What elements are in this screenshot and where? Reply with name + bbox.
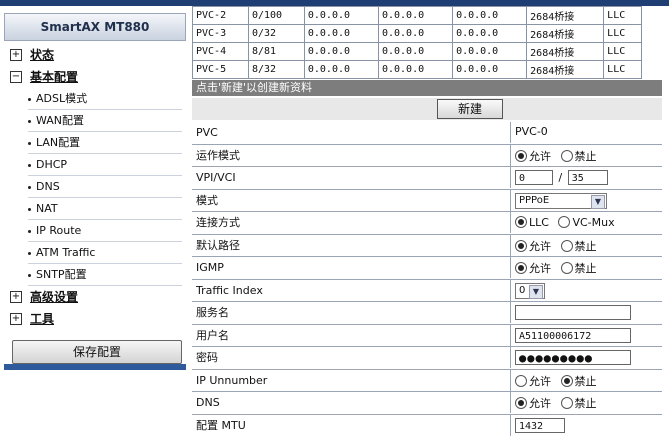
field-label: IP Unnumber xyxy=(196,370,267,391)
field-label: Traffic Index xyxy=(196,280,263,301)
form-row-pvc: PVC PVC-0 xyxy=(192,122,662,145)
form-row-ip-unnumber: IP Unnumber 允许 禁止 xyxy=(192,370,662,393)
nav-item-sntp[interactable]: SNTP配置 xyxy=(4,264,186,286)
sidebar: SmartAX MT880 + 状态 − 基本配置 ADSL模式 WAN配置 L… xyxy=(0,6,190,428)
expand-icon[interactable]: + xyxy=(10,313,22,325)
nav-item-lan[interactable]: LAN配置 xyxy=(4,132,186,154)
default-route-disable-radio[interactable] xyxy=(561,240,573,252)
chevron-down-icon[interactable]: ▼ xyxy=(529,285,543,299)
nav-group-tools[interactable]: + 工具 xyxy=(4,308,186,330)
username-input[interactable]: A51100006172 xyxy=(515,328,631,343)
traffic-index-select[interactable]: 0▼ xyxy=(515,283,545,299)
nav-item-dns[interactable]: DNS xyxy=(4,176,186,198)
dns-enable-radio[interactable] xyxy=(515,397,527,409)
nav-group-label[interactable]: 状态 xyxy=(30,44,54,66)
form-row-vpi-vci: VPI/VCI 0 / 35 xyxy=(192,167,662,190)
field-label: IGMP xyxy=(196,257,224,278)
form-row-dns: DNS 允许 禁止 xyxy=(192,392,662,415)
password-input[interactable]: ●●●●●●●●● xyxy=(515,350,631,365)
field-label: 模式 xyxy=(196,190,218,211)
form-row-service-name: 服务名 xyxy=(192,302,662,325)
vci-input[interactable]: 35 xyxy=(568,170,608,185)
form-row-mtu: 配置 MTU 1432 xyxy=(192,415,662,436)
pvc-value: PVC-0 xyxy=(515,125,548,138)
field-label: 连接方式 xyxy=(196,212,240,233)
ip-unnumber-disable-radio[interactable] xyxy=(561,375,573,387)
ip-unnumber-enable-radio[interactable] xyxy=(515,375,527,387)
dns-disable-radio[interactable] xyxy=(561,397,573,409)
hint-bar: 点击'新建'以创建新资料 xyxy=(192,80,662,96)
nav-group-label[interactable]: 工具 xyxy=(30,308,54,330)
field-label: 配置 MTU xyxy=(196,415,246,436)
table-row[interactable]: PVC-30/320.0.0.00.0.0.00.0.0.02684桥接LLC xyxy=(193,25,642,43)
conn-llc-radio[interactable] xyxy=(515,216,527,228)
expand-icon[interactable]: + xyxy=(10,291,22,303)
nav-item-adsl-mode[interactable]: ADSL模式 xyxy=(4,88,186,110)
field-label: VPI/VCI xyxy=(196,167,236,188)
chevron-down-icon[interactable]: ▼ xyxy=(591,195,605,209)
expand-icon[interactable]: + xyxy=(10,49,22,61)
nav-group-advanced[interactable]: + 高级设置 xyxy=(4,286,186,308)
vpi-input[interactable]: 0 xyxy=(515,170,553,185)
mtu-input[interactable]: 1432 xyxy=(515,418,565,433)
form-row-run-mode: 运作模式 允许 禁止 xyxy=(192,145,662,168)
field-label: 默认路径 xyxy=(196,235,240,256)
table-row[interactable]: PVC-48/810.0.0.00.0.0.00.0.0.02684桥接LLC xyxy=(193,43,642,61)
conn-vcmux-radio[interactable] xyxy=(558,216,570,228)
sidebar-footer-bar xyxy=(4,364,186,370)
form-row-mode: 模式 PPPoE▼ xyxy=(192,190,662,213)
pvc-form: PVC PVC-0 运作模式 允许 禁止 VPI/VCI 0 / 35 模式 P… xyxy=(192,122,662,436)
form-row-password: 密码 ●●●●●●●●● xyxy=(192,347,662,370)
field-label: 用户名 xyxy=(196,325,229,346)
nav-group-status[interactable]: + 状态 xyxy=(4,44,186,66)
form-row-default-route: 默认路径 允许 禁止 xyxy=(192,235,662,258)
service-name-input[interactable] xyxy=(515,305,631,320)
nav-tree: + 状态 − 基本配置 ADSL模式 WAN配置 LAN配置 DHCP DNS … xyxy=(4,44,186,330)
new-button[interactable]: 新建 xyxy=(437,99,503,119)
nav-item-nat[interactable]: NAT xyxy=(4,198,186,220)
new-button-row: 新建 xyxy=(192,98,662,120)
field-label: 运作模式 xyxy=(196,145,240,166)
vpi-vci-separator: / xyxy=(559,171,563,184)
form-row-connection: 连接方式 LLC VC-Mux xyxy=(192,212,662,235)
field-label: PVC xyxy=(196,122,218,143)
nav-group-label[interactable]: 高级设置 xyxy=(30,286,78,308)
save-config-button[interactable]: 保存配置 xyxy=(12,340,182,364)
nav-item-atm-traffic[interactable]: ATM Traffic xyxy=(4,242,186,264)
nav-item-ip-route[interactable]: IP Route xyxy=(4,220,186,242)
field-label: DNS xyxy=(196,392,220,413)
form-row-traffic-index: Traffic Index 0▼ xyxy=(192,280,662,303)
field-label: 服务名 xyxy=(196,302,229,323)
run-mode-disable-radio[interactable] xyxy=(561,150,573,162)
nav-group-basic[interactable]: − 基本配置 xyxy=(4,66,186,88)
igmp-disable-radio[interactable] xyxy=(561,262,573,274)
default-route-enable-radio[interactable] xyxy=(515,240,527,252)
device-title: SmartAX MT880 xyxy=(4,13,186,41)
table-row[interactable]: PVC-20/1000.0.0.00.0.0.00.0.0.02684桥接LLC xyxy=(193,7,642,25)
collapse-icon[interactable]: − xyxy=(10,71,22,83)
nav-group-label[interactable]: 基本配置 xyxy=(30,66,78,88)
pvc-table: PVC-20/1000.0.0.00.0.0.00.0.0.02684桥接LLC… xyxy=(192,6,642,79)
nav-item-wan[interactable]: WAN配置 xyxy=(4,110,186,132)
run-mode-enable-radio[interactable] xyxy=(515,150,527,162)
form-row-igmp: IGMP 允许 禁止 xyxy=(192,257,662,280)
nav-item-dhcp[interactable]: DHCP xyxy=(4,154,186,176)
main-panel: PVC-20/1000.0.0.00.0.0.00.0.0.02684桥接LLC… xyxy=(192,6,669,428)
igmp-enable-radio[interactable] xyxy=(515,262,527,274)
table-row[interactable]: PVC-58/320.0.0.00.0.0.00.0.0.02684桥接LLC xyxy=(193,61,642,79)
mode-select[interactable]: PPPoE▼ xyxy=(515,193,607,209)
field-label: 密码 xyxy=(196,347,218,368)
form-row-username: 用户名 A51100006172 xyxy=(192,325,662,348)
